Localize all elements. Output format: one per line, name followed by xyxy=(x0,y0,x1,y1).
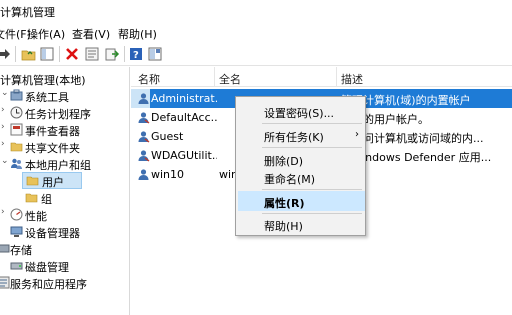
column-header-description[interactable]: 描述 xyxy=(341,71,363,87)
toolbar-separator xyxy=(124,46,125,62)
tree-item-performance[interactable]: › 性能 xyxy=(0,206,130,223)
user-icon xyxy=(137,111,150,124)
tree-item-root[interactable]: 计算机管理(本地) xyxy=(0,70,130,87)
menu-item-delete[interactable]: 删除(D) xyxy=(238,149,365,169)
toolbar-separator xyxy=(15,46,16,62)
toolbar-separator xyxy=(59,46,60,62)
user-name: Guest xyxy=(151,130,184,143)
performance-icon xyxy=(10,208,23,221)
up-folder-icon[interactable] xyxy=(20,46,36,62)
menu-separator xyxy=(262,189,362,190)
menu-item-all-tasks[interactable]: 所有任务(K) › xyxy=(238,125,365,145)
chevron-right-icon[interactable]: › xyxy=(1,139,5,149)
user-icon xyxy=(137,149,150,162)
chevron-right-icon[interactable]: › xyxy=(1,122,5,132)
window-title: 计算机管理 xyxy=(0,6,55,19)
user-icon xyxy=(137,92,150,105)
column-divider[interactable] xyxy=(214,67,215,87)
user-name: WDAGUtilit... xyxy=(151,149,217,162)
disk-icon xyxy=(10,259,23,272)
menu-help[interactable]: 帮助(H) xyxy=(118,26,157,42)
navigation-tree: 计算机管理(本地) ⌄ 系统工具 › 任务计划程序 › 事件查看器 › 共享文件… xyxy=(0,67,130,315)
tree-item-shared-folders[interactable]: › 共享文件夹 xyxy=(0,138,130,155)
menu-view[interactable]: 查看(V) xyxy=(72,26,110,42)
properties-icon[interactable] xyxy=(84,46,100,62)
tree-item-groups[interactable]: 组 xyxy=(0,189,130,206)
tree-item-system-tools[interactable]: ⌄ 系统工具 xyxy=(0,87,130,104)
user-name: Administrat... xyxy=(151,92,217,105)
menu-action[interactable]: 操作(A) xyxy=(27,26,65,42)
folder-icon xyxy=(26,174,39,187)
tree-item-local-users-groups[interactable]: ⌄ 本地用户和组 xyxy=(0,155,130,172)
tree-item-users[interactable]: 用户 xyxy=(22,172,82,189)
menu-item-help[interactable]: 帮助(H) xyxy=(238,214,365,234)
show-pane-icon[interactable] xyxy=(147,46,163,62)
menu-separator xyxy=(262,123,362,124)
chevron-down-icon[interactable]: ⌄ xyxy=(1,88,9,98)
event-icon xyxy=(10,123,23,136)
svg-text:?: ? xyxy=(133,50,139,61)
device-icon xyxy=(10,225,23,238)
menu-bar: 文件(F) 操作(A) 查看(V) 帮助(H) xyxy=(0,22,512,42)
context-menu: 设置密码(S)... 所有任务(K) › 删除(D) 重命名(M) 属性(R) … xyxy=(235,96,366,236)
chevron-right-icon[interactable]: › xyxy=(1,105,5,115)
submenu-arrow-icon: › xyxy=(355,129,359,140)
column-header-fullname[interactable]: 全名 xyxy=(219,71,241,87)
tree-item-task-scheduler[interactable]: › 任务计划程序 xyxy=(0,104,130,121)
folder-icon xyxy=(25,191,38,204)
forward-arrow-icon[interactable] xyxy=(0,46,12,62)
tree-item-services-applications[interactable]: › 服务和应用程序 xyxy=(0,274,130,291)
chevron-right-icon[interactable]: › xyxy=(1,207,5,217)
help-icon[interactable]: ? xyxy=(128,46,144,62)
storage-icon xyxy=(0,242,10,255)
menu-separator xyxy=(262,147,362,148)
toolbar: ? xyxy=(0,42,512,66)
menu-item-rename[interactable]: 重命名(M) xyxy=(238,167,365,187)
menu-item-properties[interactable]: 属性(R) xyxy=(238,191,365,211)
tree-item-device-manager[interactable]: 设备管理器 xyxy=(0,223,130,240)
list-header: 名称 全名 描述 xyxy=(131,67,512,87)
services-icon xyxy=(0,276,10,289)
column-divider[interactable] xyxy=(336,67,337,87)
menu-item-set-password[interactable]: 设置密码(S)... xyxy=(238,101,365,121)
column-header-name[interactable]: 名称 xyxy=(138,71,160,87)
user-name: DefaultAcc... xyxy=(151,111,217,124)
delete-icon[interactable] xyxy=(64,46,80,62)
show-tree-icon[interactable] xyxy=(39,46,55,62)
title-bar: 计算机管理 xyxy=(0,0,512,22)
export-icon[interactable] xyxy=(104,46,120,62)
tree-item-storage[interactable]: ⌄ 存储 xyxy=(0,240,130,257)
user-icon xyxy=(137,168,150,181)
tree-item-event-viewer[interactable]: › 事件查看器 xyxy=(0,121,130,138)
user-icon xyxy=(137,130,150,143)
users-icon xyxy=(10,157,23,170)
tools-icon xyxy=(10,89,23,102)
clock-icon xyxy=(10,106,23,119)
shared-folder-icon xyxy=(10,140,23,153)
chevron-down-icon[interactable]: ⌄ xyxy=(1,156,9,166)
tree-item-disk-management[interactable]: 磁盘管理 xyxy=(0,257,130,274)
user-name: win10 xyxy=(151,168,185,181)
tree-item-label: 计算机管理(本地) xyxy=(0,74,86,87)
